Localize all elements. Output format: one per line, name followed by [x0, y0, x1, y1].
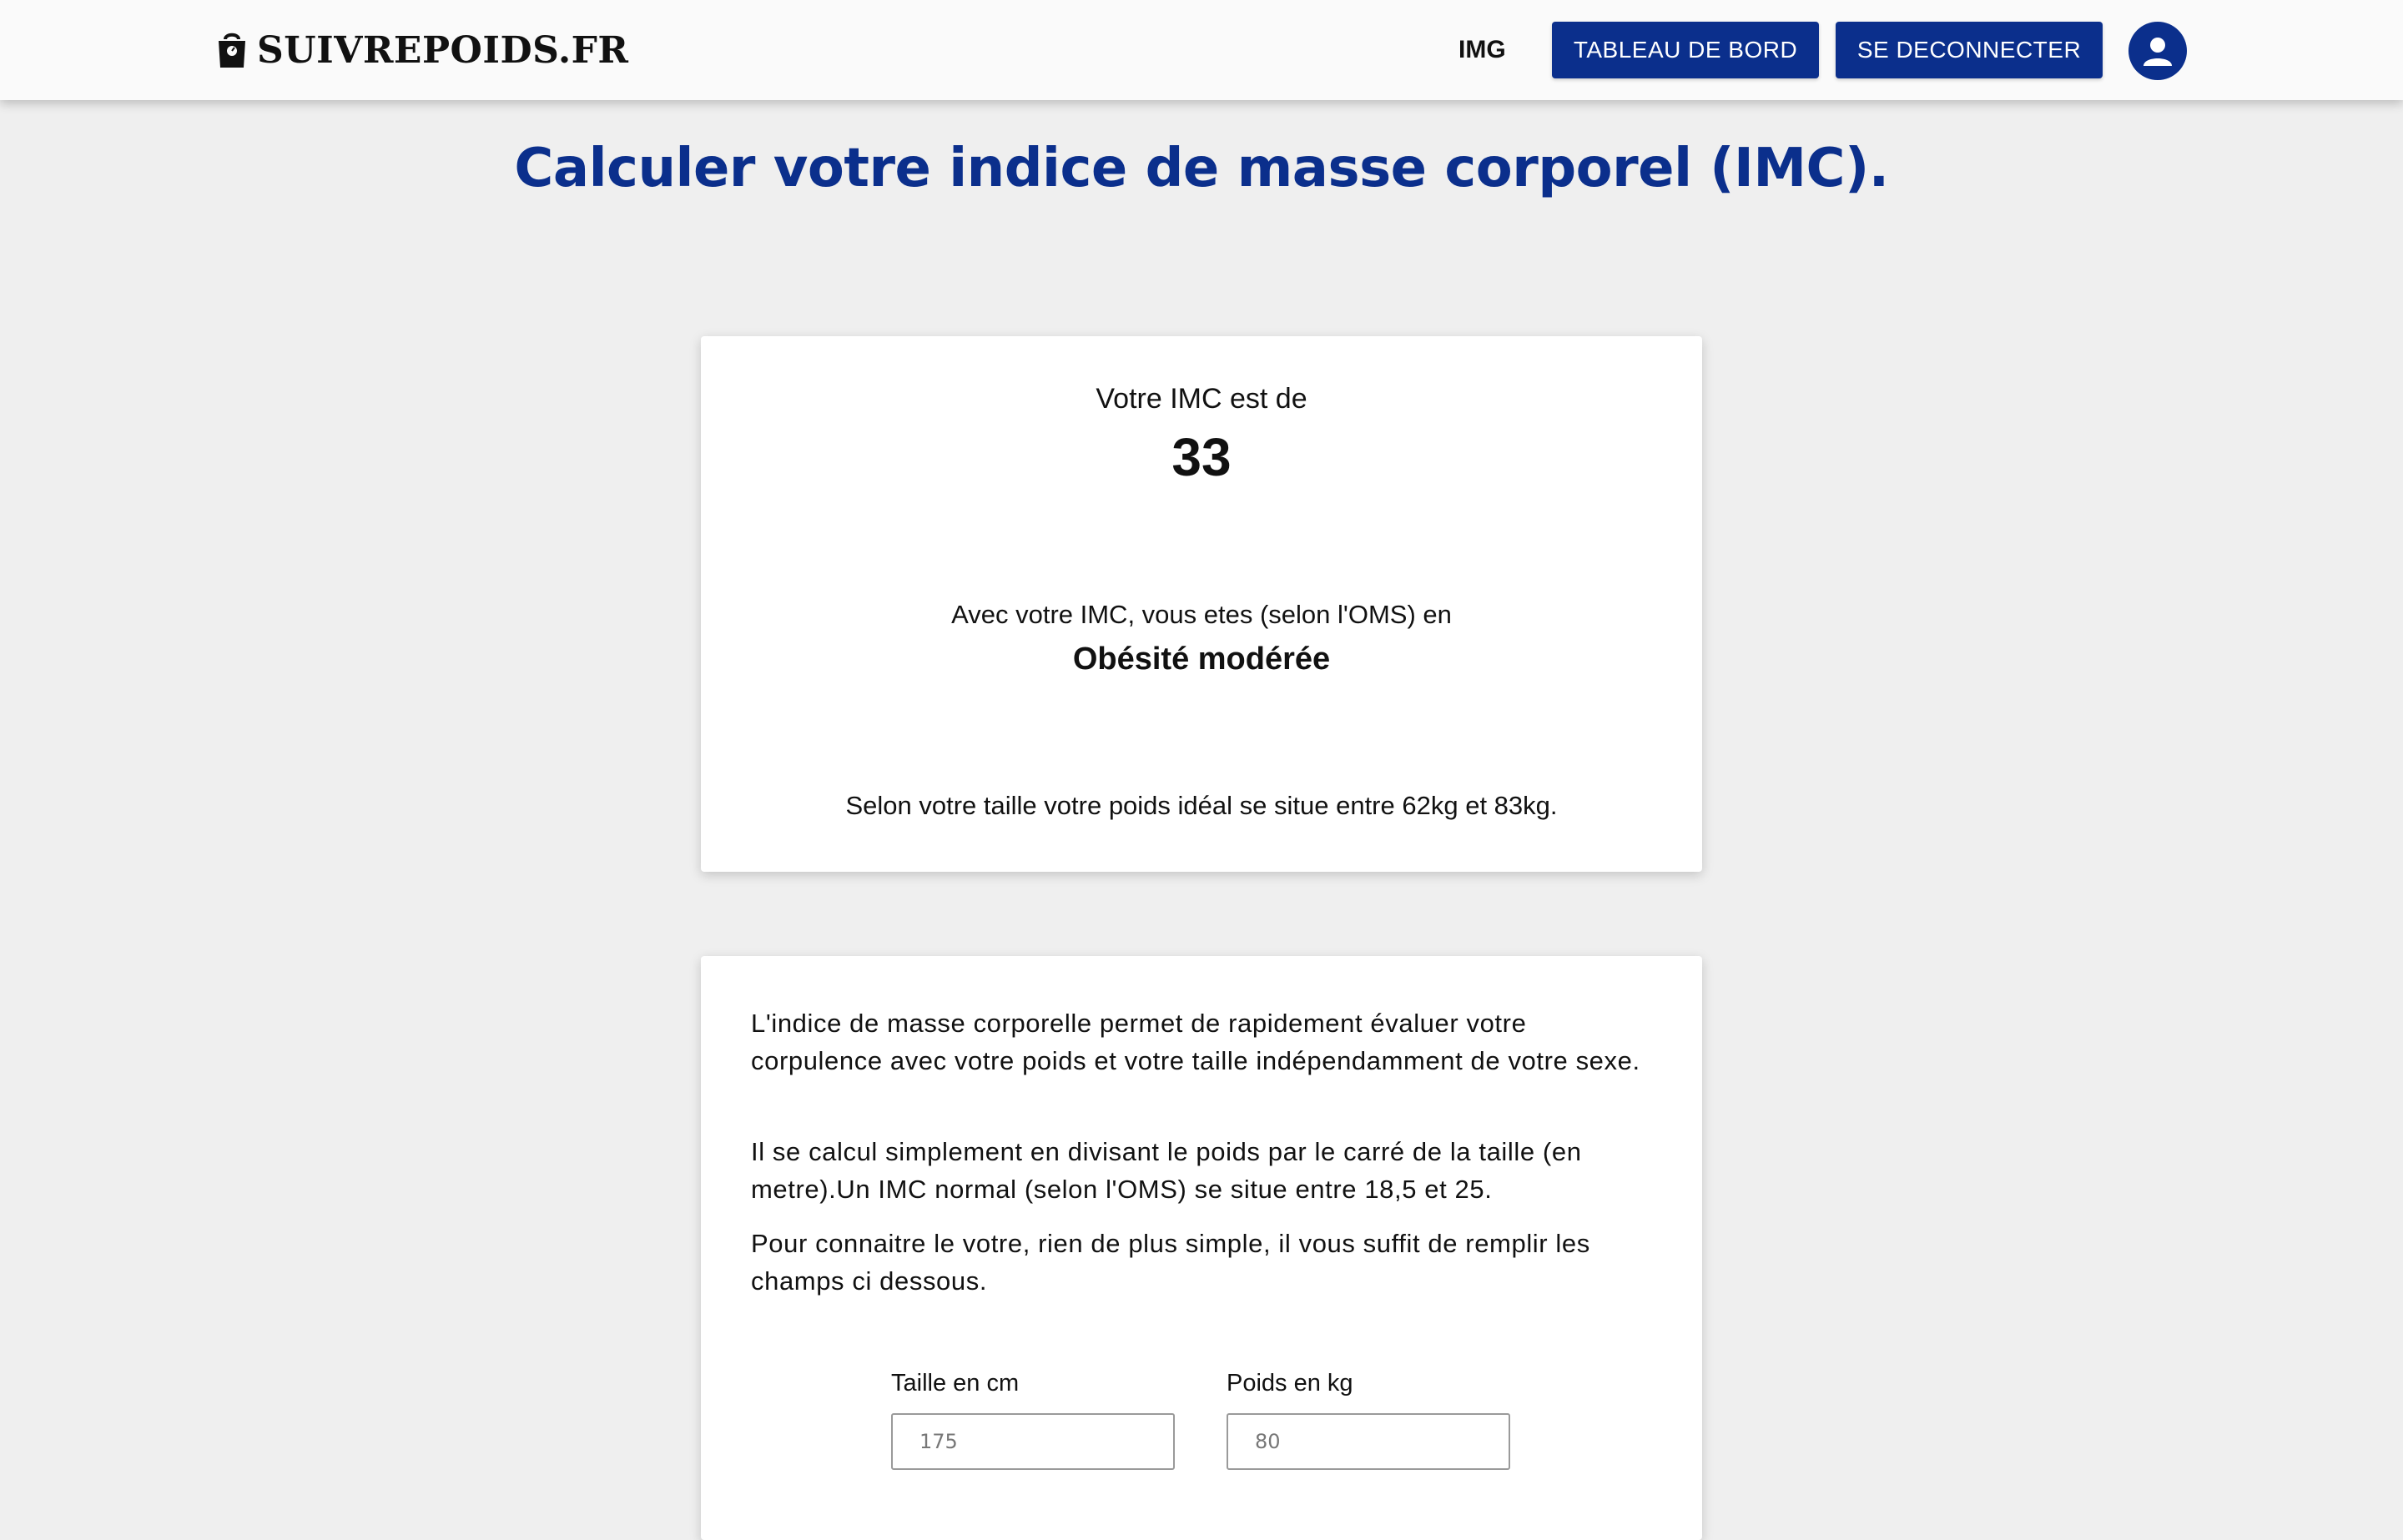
poids-label: Poids en kg: [1227, 1370, 1353, 1397]
account-avatar[interactable]: [2128, 22, 2187, 80]
imc-category: Obésité modérée: [1072, 642, 1331, 677]
page-title: Calculer votre indice de masse corporel …: [514, 138, 1889, 199]
imc-value: 33: [1171, 427, 1232, 487]
oms-text: Avec votre IMC, vous etes (selon l'OMS) …: [951, 600, 1452, 629]
taille-label: Taille en cm: [891, 1370, 1020, 1397]
info-paragraph: Il se calcul simplement en divisant le p…: [751, 1137, 1582, 1204]
ideal-weight-text: Selon votre taille votre poids idéal se …: [845, 791, 1558, 820]
brand-logo[interactable]: SUIVREPOIDS.FR: [215, 25, 628, 75]
top-navbar: SUIVREPOIDS.FR IMG TABLEAU DE BORD SE DE…: [0, 0, 2403, 100]
dashboard-button[interactable]: TABLEAU DE BORD: [1552, 22, 1819, 78]
taille-input[interactable]: [891, 1413, 1175, 1470]
logout-button[interactable]: SE DECONNECTER: [1836, 22, 2103, 78]
poids-input[interactable]: [1227, 1413, 1510, 1470]
imc-result-card: Votre IMC est de 33 Avec votre IMC, vous…: [701, 336, 1702, 872]
imc-result-intro: Votre IMC est de: [1096, 383, 1307, 415]
imc-info-card: L'indice de masse corporelle permet de r…: [701, 956, 1702, 1540]
nav-link-img[interactable]: IMG: [1458, 30, 1506, 70]
info-paragraph: L'indice de masse corporelle permet de r…: [751, 1009, 1640, 1075]
user-icon: [2144, 38, 2172, 66]
info-paragraph: Pour connaitre le votre, rien de plus si…: [751, 1229, 1590, 1296]
scale-bag-icon: [219, 33, 245, 68]
brand-name: SUIVREPOIDS.FR: [257, 28, 629, 72]
